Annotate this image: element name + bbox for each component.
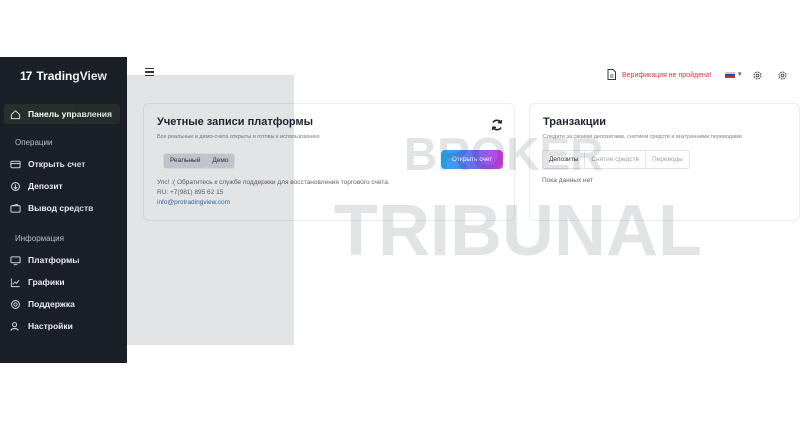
tradingview-logo-icon: 17 — [20, 69, 32, 83]
transactions-tabs: Депозиты Снятие средств Переводы — [542, 150, 690, 169]
support-email[interactable]: info@protradingview.com — [157, 199, 230, 206]
support-note: Упс! :( Обратитесь к службе поддержки дл… — [157, 179, 390, 186]
sidebar-item-platforms[interactable]: Платформы — [4, 250, 120, 270]
transactions-title: Транзакции — [543, 116, 607, 128]
tab-deposits[interactable]: Депозиты — [543, 151, 584, 168]
monitor-icon — [10, 255, 21, 266]
brand-name: TradingView — [36, 69, 107, 83]
sidebar-item-withdraw[interactable]: Вывод средств — [4, 198, 120, 218]
card-icon — [10, 159, 21, 170]
section-label-operations: Операции — [15, 138, 53, 147]
user-settings-icon — [10, 321, 21, 332]
sidebar-item-settings[interactable]: Настройки — [4, 316, 120, 336]
sidebar-item-charts[interactable]: Графики — [4, 272, 120, 292]
sidebar-item-label: Вывод средств — [28, 203, 94, 213]
topbar: Верификация не пройдена! ▾ — [127, 57, 800, 93]
app-shell: 17 TradingView Панель управления Операци… — [0, 57, 800, 363]
accounts-subtitle: Все реальные и демо-счета открыты и гото… — [157, 134, 320, 140]
language-flag-icon[interactable] — [725, 72, 735, 78]
home-icon — [10, 109, 21, 120]
empty-state: Пока данных нет — [542, 177, 593, 184]
brand-logo[interactable]: 17 TradingView — [20, 69, 107, 83]
menu-toggle-icon[interactable] — [145, 68, 154, 77]
transactions-subtitle: Следите за своими депозитами, снятием ср… — [543, 134, 742, 140]
sidebar-item-label: Графики — [28, 277, 65, 287]
settings-icon[interactable] — [777, 68, 788, 80]
sidebar-item-label: Открыть счет — [28, 159, 86, 169]
sidebar-item-label: Платформы — [28, 255, 80, 265]
document-icon — [607, 69, 616, 82]
support-icon — [10, 299, 21, 310]
deposit-icon — [10, 181, 21, 192]
chevron-down-icon[interactable]: ▾ — [738, 70, 742, 78]
tab-withdrawals[interactable]: Снятие средств — [584, 151, 645, 168]
verification-status[interactable]: Верификация не пройдена! — [607, 69, 712, 82]
open-account-button[interactable]: Открыть счет — [441, 150, 503, 169]
sidebar-item-label: Депозит — [28, 181, 63, 191]
toggle-real[interactable]: Реальный — [164, 154, 207, 168]
platform-accounts-card: Учетные записи платформы Все реальные и … — [143, 103, 515, 221]
verification-warning: Верификация не пройдена! — [622, 72, 712, 79]
sidebar-item-open-account[interactable]: Открыть счет — [4, 154, 120, 174]
toggle-demo[interactable]: Демо — [206, 154, 235, 168]
sidebar-item-label: Панель управления — [28, 109, 112, 119]
support-phone[interactable]: RU: +7(981) 895 62 15 — [157, 189, 223, 196]
refresh-icon[interactable] — [490, 118, 504, 132]
sidebar-item-dashboard[interactable]: Панель управления — [4, 104, 120, 124]
chart-icon — [10, 277, 21, 288]
transactions-card: Транзакции Следите за своими депозитами,… — [529, 103, 800, 221]
account-type-toggle: Реальный Демо — [163, 153, 236, 169]
sidebar-item-label: Настройки — [28, 321, 73, 331]
sidebar-item-label: Поддержка — [28, 299, 75, 309]
wallet-icon — [10, 203, 21, 214]
sidebar: 17 TradingView Панель управления Операци… — [0, 57, 127, 363]
sidebar-item-deposit[interactable]: Депозит — [4, 176, 120, 196]
gear-icon[interactable] — [752, 68, 763, 80]
section-label-info: Информация — [15, 234, 64, 243]
accounts-title: Учетные записи платформы — [157, 116, 314, 128]
tab-transfers[interactable]: Переводы — [645, 151, 689, 168]
sidebar-item-support[interactable]: Поддержка — [4, 294, 120, 314]
